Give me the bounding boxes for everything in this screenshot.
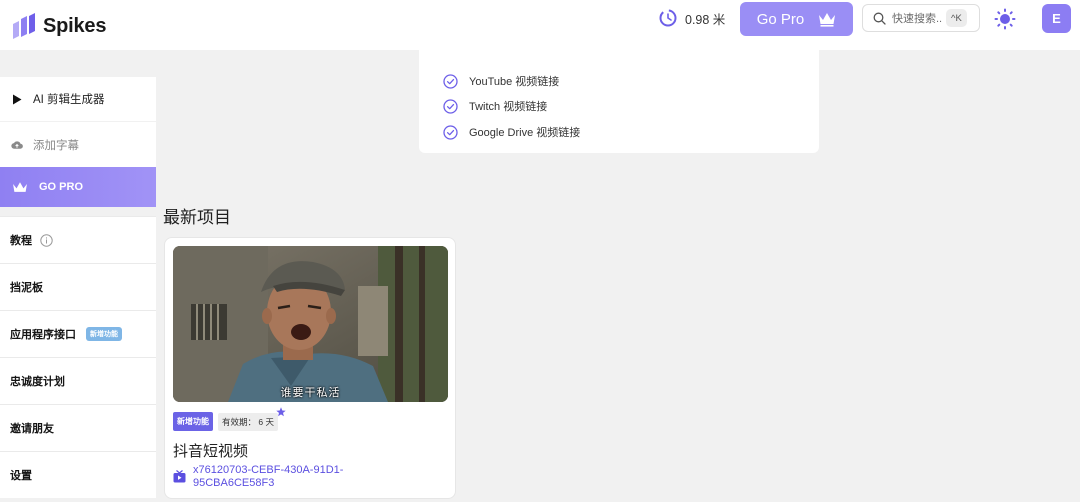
sidebar-item-label: 邀请朋友 [10, 423, 54, 435]
sidebar-item-label: 挡泥板 [10, 282, 43, 294]
crown-icon [11, 181, 28, 193]
credits-value: 0.98 米 [685, 12, 726, 27]
sidebar-spacer [0, 50, 156, 77]
new-feature-badge: 新增功能 [86, 327, 122, 341]
go-pro-label: Go Pro [756, 10, 805, 28]
sidebar-item-label: GO PRO [39, 181, 84, 193]
search-icon [873, 12, 886, 25]
sidebar-item-invite[interactable]: 邀请朋友 [0, 404, 156, 451]
project-card[interactable]: 谁要干私活 新增功能 有效期： 6 天 抖音短视频 x76120703-CEBF… [164, 237, 456, 499]
feature-label: YouTube 视频链接 [469, 76, 560, 88]
logo[interactable]: Spikes [12, 13, 106, 39]
feature-item-google-drive: Google Drive 视频链接 [443, 124, 580, 140]
sidebar-item-label: 忠诚度计划 [10, 376, 65, 388]
sidebar-item-go-pro[interactable]: GO PRO [0, 167, 156, 207]
check-circle-icon [443, 124, 458, 140]
sidebar-item-add-subtitles[interactable]: 添加字幕 [0, 122, 156, 167]
clock-icon [659, 9, 677, 27]
go-pro-button[interactable]: Go Pro [740, 2, 853, 36]
check-circle-icon [443, 73, 458, 89]
video-subtitle: 谁要干私活 [280, 387, 341, 399]
feature-label: Google Drive 视频链接 [469, 127, 581, 139]
new-feature-badge: 新增功能 [173, 412, 213, 431]
user-avatar[interactable]: E [1042, 4, 1071, 33]
play-icon [11, 93, 23, 105]
tv-icon [173, 470, 186, 483]
feature-label: Twitch 视频链接 [469, 101, 548, 113]
recent-projects-title: 最新项目 [163, 208, 231, 227]
check-circle-icon [443, 98, 458, 114]
cloud-upload-icon [11, 139, 23, 151]
sidebar: AI 剪辑生成器 添加字幕 GO PRO 教程 挡泥板 应用程序接口 新增功能 … [0, 50, 156, 502]
sidebar-item-label: AI 剪辑生成器 [33, 94, 105, 106]
shortcut-hint: ^K [946, 9, 967, 27]
feature-item-youtube: YouTube 视频链接 [443, 73, 559, 89]
project-tags: 新增功能 有效期： 6 天 [173, 406, 286, 431]
project-id-text: x76120703-CEBF-430A-91D1-95CBA6CE58F3 [193, 464, 344, 489]
sidebar-item-mudguard[interactable]: 挡泥板 [0, 263, 156, 310]
feature-item-twitch: Twitch 视频链接 [443, 98, 547, 114]
sidebar-item-label: 教程 [10, 235, 32, 247]
project-name[interactable]: 抖音短视频 [173, 440, 248, 461]
sidebar-item-tutorials[interactable]: 教程 [0, 216, 156, 263]
star-icon [276, 406, 286, 416]
project-id-link[interactable]: x76120703-CEBF-430A-91D1-95CBA6CE58F3 [173, 464, 368, 490]
sidebar-item-label: 添加字幕 [33, 139, 79, 152]
logo-text: Spikes [43, 14, 107, 37]
supported-sources-card: YouTube 视频链接 Twitch 视频链接 Google Drive 视频… [419, 50, 819, 153]
sidebar-item-loyalty[interactable]: 忠诚度计划 [0, 357, 156, 404]
quick-search[interactable]: 快速搜索... ^K [862, 4, 980, 32]
info-icon[interactable] [40, 233, 53, 247]
sidebar-item-ai-clip-generator[interactable]: AI 剪辑生成器 [0, 77, 156, 121]
top-bar: Spikes 0.98 米 Go Pro 快速搜索... ^K E [0, 0, 1080, 50]
expiry-badge: 有效期： 6 天 [218, 406, 286, 431]
expiry-text: 有效期： 6 天 [222, 416, 274, 427]
search-placeholder: 快速搜索... [892, 13, 942, 25]
thumbnail-image [173, 246, 448, 402]
sun-icon[interactable] [994, 8, 1016, 30]
sidebar-item-api[interactable]: 应用程序接口 新增功能 [0, 310, 156, 357]
credits-indicator[interactable]: 0.98 米 [659, 9, 725, 27]
sidebar-item-label: 应用程序接口 [10, 329, 76, 341]
spikes-logo-icon [13, 13, 35, 39]
crown-icon [819, 13, 836, 27]
sidebar-item-settings[interactable]: 设置 [0, 451, 156, 498]
sidebar-item-label: 设置 [10, 470, 32, 482]
video-thumbnail[interactable]: 谁要干私活 [173, 246, 448, 402]
